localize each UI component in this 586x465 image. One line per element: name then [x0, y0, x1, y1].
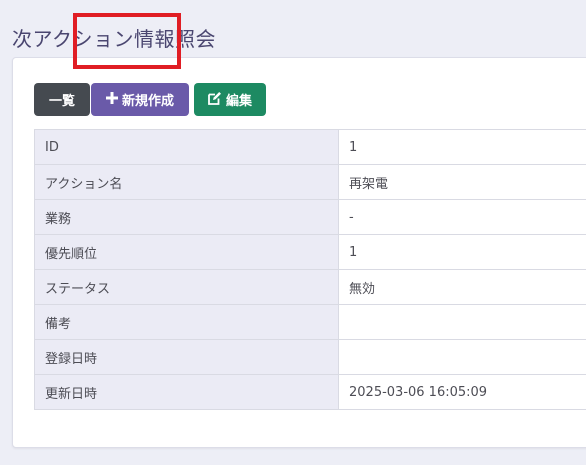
detail-table: ID 1 アクション名 再架電 業務 - 優先順位 1 ステータス 無効 備考 登録日時 更新日時 202… — [34, 129, 586, 410]
row-label: アクション名 — [34, 164, 339, 200]
row-label: 備考 — [34, 304, 339, 340]
row-label: 登録日時 — [34, 339, 339, 375]
row-value: 再架電 — [338, 164, 586, 200]
table-row: 更新日時 2025-03-06 16:05:09 — [34, 374, 586, 410]
edit-button[interactable]: 編集 — [194, 83, 266, 116]
table-row: 備考 — [34, 304, 586, 340]
row-value: 1 — [338, 129, 586, 165]
row-value: 無効 — [338, 269, 586, 305]
list-button-label: 一覧 — [48, 94, 75, 109]
row-label: ID — [34, 129, 339, 165]
table-row: ID 1 — [34, 129, 586, 165]
new-button[interactable]: 新規作成 — [91, 83, 189, 116]
list-button[interactable]: 一覧 — [34, 83, 90, 116]
plus-icon — [105, 92, 118, 107]
row-value — [338, 304, 586, 340]
edit-button-label: 編集 — [225, 94, 252, 109]
table-row: 登録日時 — [34, 339, 586, 375]
row-value: 1 — [338, 234, 586, 270]
row-value: 2025-03-06 16:05:09 — [338, 374, 586, 410]
row-value: - — [338, 199, 586, 235]
new-button-label: 新規作成 — [121, 94, 174, 109]
edit-icon — [208, 91, 222, 108]
row-value — [338, 339, 586, 375]
row-label: 業務 — [34, 199, 339, 235]
table-row: アクション名 再架電 — [34, 164, 586, 200]
row-label: 更新日時 — [34, 374, 339, 410]
detail-card: 一覧 新規作成 編集 ID 1 アクション名 再架電 業務 - 優先順位 1 ステータス 無効 備考… — [12, 57, 586, 448]
table-row: 優先順位 1 — [34, 234, 586, 270]
row-label: 優先順位 — [34, 234, 339, 270]
highlight-box — [73, 13, 181, 69]
row-label: ステータス — [34, 269, 339, 305]
table-row: 業務 - — [34, 199, 586, 235]
table-row: ステータス 無効 — [34, 269, 586, 305]
